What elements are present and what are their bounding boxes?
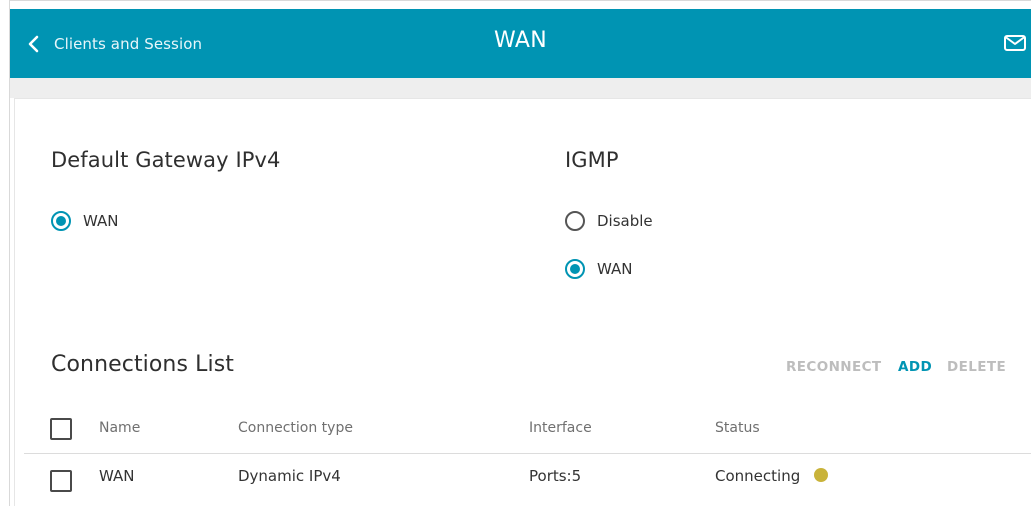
default-gateway-title: Default Gateway IPv4 (51, 148, 281, 172)
column-header-status: Status (715, 420, 760, 436)
connections-list-title: Connections List (51, 352, 234, 377)
radio-button-checked[interactable] (51, 211, 71, 231)
igmp-radio-label: Disable (597, 212, 653, 230)
igmp-radio-label: WAN (597, 260, 633, 278)
row-name[interactable]: WAN (99, 467, 135, 485)
back-button-label: Clients and Session (54, 35, 203, 53)
add-button[interactable]: ADD (898, 359, 932, 375)
column-header-connection-type: Connection type (238, 420, 353, 436)
delete-button[interactable]: DELETE (947, 359, 1006, 375)
row-connection-type[interactable]: Dynamic IPv4 (238, 467, 341, 485)
row-interface[interactable]: Ports:5 (529, 467, 581, 485)
chevron-left-icon (28, 35, 39, 53)
gateway-radio-label: WAN (83, 212, 119, 230)
row-status-text: Connecting (715, 467, 801, 485)
select-all-checkbox[interactable] (50, 418, 72, 440)
column-header-name: Name (99, 420, 141, 436)
subheader-strip (10, 78, 1031, 98)
table-divider (24, 453, 1031, 454)
igmp-radio-wan[interactable]: WAN (565, 259, 633, 279)
igmp-radio-disable[interactable]: Disable (565, 211, 653, 231)
column-header-interface: Interface (529, 420, 592, 436)
radio-button-checked[interactable] (565, 259, 585, 279)
envelope-icon[interactable] (1003, 33, 1027, 53)
igmp-title: IGMP (565, 148, 619, 172)
gateway-radio-wan[interactable]: WAN (51, 211, 119, 231)
row-status[interactable]: Connecting (715, 467, 829, 485)
row-checkbox[interactable] (50, 470, 72, 492)
back-button[interactable]: Clients and Session (26, 29, 202, 59)
header-bar: Clients and Session WAN (10, 9, 1031, 78)
status-indicator-dot (814, 468, 829, 482)
radio-button-unchecked[interactable] (565, 211, 585, 231)
reconnect-button[interactable]: RECONNECT (786, 359, 882, 375)
